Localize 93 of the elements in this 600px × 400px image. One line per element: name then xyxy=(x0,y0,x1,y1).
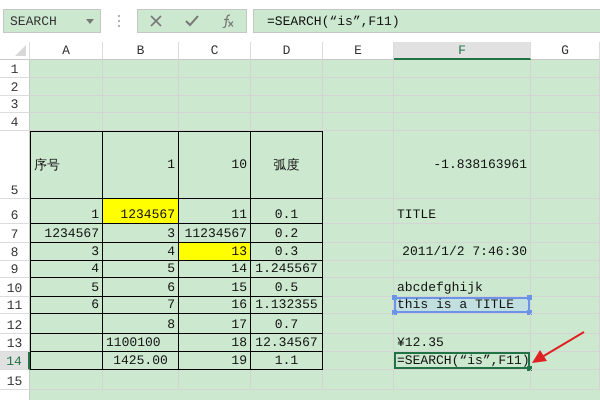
column-header[interactable]: C xyxy=(179,42,251,60)
empty-cell xyxy=(531,334,600,352)
row-header[interactable]: 14 xyxy=(0,352,30,370)
empty-cell xyxy=(323,352,394,370)
empty-cell xyxy=(531,314,600,334)
row-header[interactable]: 15 xyxy=(0,370,30,390)
empty-cell xyxy=(323,370,394,390)
table-cell: 0.7 xyxy=(251,314,323,334)
empty-cell xyxy=(323,243,394,261)
empty-cell xyxy=(323,60,394,78)
table-cell: =SEARCH(“is”,F11) xyxy=(394,352,531,370)
table-cell: 1425.00 xyxy=(103,352,179,370)
row-header[interactable]: 1 xyxy=(0,60,30,78)
name-box[interactable]: SEARCH xyxy=(3,9,101,33)
table-cell: 1234567 xyxy=(103,199,179,224)
empty-cell xyxy=(323,334,394,352)
empty-cell xyxy=(531,278,600,297)
table-cell: 0.5 xyxy=(251,278,323,297)
table-cell: 19 xyxy=(179,352,251,370)
table-cell: 6 xyxy=(30,297,103,314)
empty-cell xyxy=(531,60,600,78)
table-cell: 17 xyxy=(179,314,251,334)
empty-cell xyxy=(323,314,394,334)
table-cell: this is a TITLE xyxy=(394,297,531,314)
formula-field[interactable]: =SEARCH(“is”,F11) xyxy=(253,9,600,33)
table-cell: 11 xyxy=(179,199,251,224)
table-cell: 弧度 xyxy=(251,131,323,199)
table-cell: 14 xyxy=(179,261,251,278)
table-cell: 1.245567 xyxy=(251,261,323,278)
cancel-icon[interactable] xyxy=(149,14,163,28)
row-header[interactable]: 4 xyxy=(0,113,30,131)
table-cell: 12.34567 xyxy=(251,334,323,352)
check-icon[interactable] xyxy=(185,14,199,28)
table-cell: 3 xyxy=(30,243,103,261)
table-cell: 6 xyxy=(103,278,179,297)
column-header[interactable]: A xyxy=(30,42,103,60)
table-cell: 0.2 xyxy=(251,224,323,243)
table-cell: 18 xyxy=(179,334,251,352)
function-icon[interactable] xyxy=(221,14,235,28)
table-cell: 1.132355 xyxy=(251,297,323,314)
empty-cell xyxy=(251,60,323,78)
row-header[interactable]: 11 xyxy=(0,297,30,314)
empty-cell xyxy=(323,261,394,278)
table-cell: 5 xyxy=(30,278,103,297)
table-cell: 3 xyxy=(103,224,179,243)
empty-cell xyxy=(179,370,251,390)
table-cell: 10 xyxy=(179,131,251,199)
table-cell: 8 xyxy=(103,314,179,334)
empty-cell xyxy=(323,131,394,199)
empty-cell xyxy=(251,113,323,131)
table-cell: 0.3 xyxy=(251,243,323,261)
annotation-arrow xyxy=(530,330,586,366)
table-cell: 15 xyxy=(179,278,251,297)
table-cell: 0.1 xyxy=(251,199,323,224)
row-header[interactable]: 7 xyxy=(0,224,30,243)
empty-cell xyxy=(531,370,600,390)
table-cell: 5 xyxy=(103,261,179,278)
empty-cell xyxy=(323,224,394,243)
column-header[interactable]: F xyxy=(394,42,531,60)
row-header[interactable]: 6 xyxy=(0,199,30,224)
row-header[interactable]: 10 xyxy=(0,278,30,297)
empty-cell xyxy=(179,60,251,78)
dropdown-caret-icon[interactable] xyxy=(86,18,94,24)
more-options-icon[interactable] xyxy=(117,14,121,28)
table-cell: 1100100 xyxy=(103,334,179,352)
table-cell: 7 xyxy=(103,297,179,314)
table-cell: TITLE xyxy=(394,199,531,224)
empty-cell xyxy=(179,113,251,131)
table-cell: 2011/1/2 7:46:30 xyxy=(394,243,531,261)
empty-cell xyxy=(251,370,323,390)
empty-cell xyxy=(323,199,394,224)
column-header[interactable]: B xyxy=(103,42,179,60)
row-header[interactable]: 8 xyxy=(0,243,30,261)
empty-cell xyxy=(323,278,394,297)
table-cell: 16 xyxy=(179,297,251,314)
name-box-value: SEARCH xyxy=(10,14,57,28)
row-header[interactable]: 3 xyxy=(0,96,30,113)
table-cell: 13 xyxy=(179,243,251,261)
table-cell: 4 xyxy=(30,261,103,278)
table-cell: 1234567 xyxy=(30,224,103,243)
row-header[interactable]: 5 xyxy=(0,131,30,199)
table-cell: -1.838163961 xyxy=(394,131,531,199)
row-header[interactable]: 9 xyxy=(0,261,30,278)
table-cell: 序号 xyxy=(30,131,103,199)
row-header[interactable]: 12 xyxy=(0,314,30,334)
empty-cell xyxy=(323,113,394,131)
table-cell: 1.1 xyxy=(251,352,323,370)
row-header[interactable]: 2 xyxy=(0,78,30,96)
column-header[interactable]: D xyxy=(251,42,323,60)
column-header[interactable]: E xyxy=(323,42,394,60)
row-header[interactable]: 13 xyxy=(0,334,30,352)
table-cell: ¥12.35 xyxy=(394,334,531,352)
column-header[interactable]: G xyxy=(531,42,600,60)
